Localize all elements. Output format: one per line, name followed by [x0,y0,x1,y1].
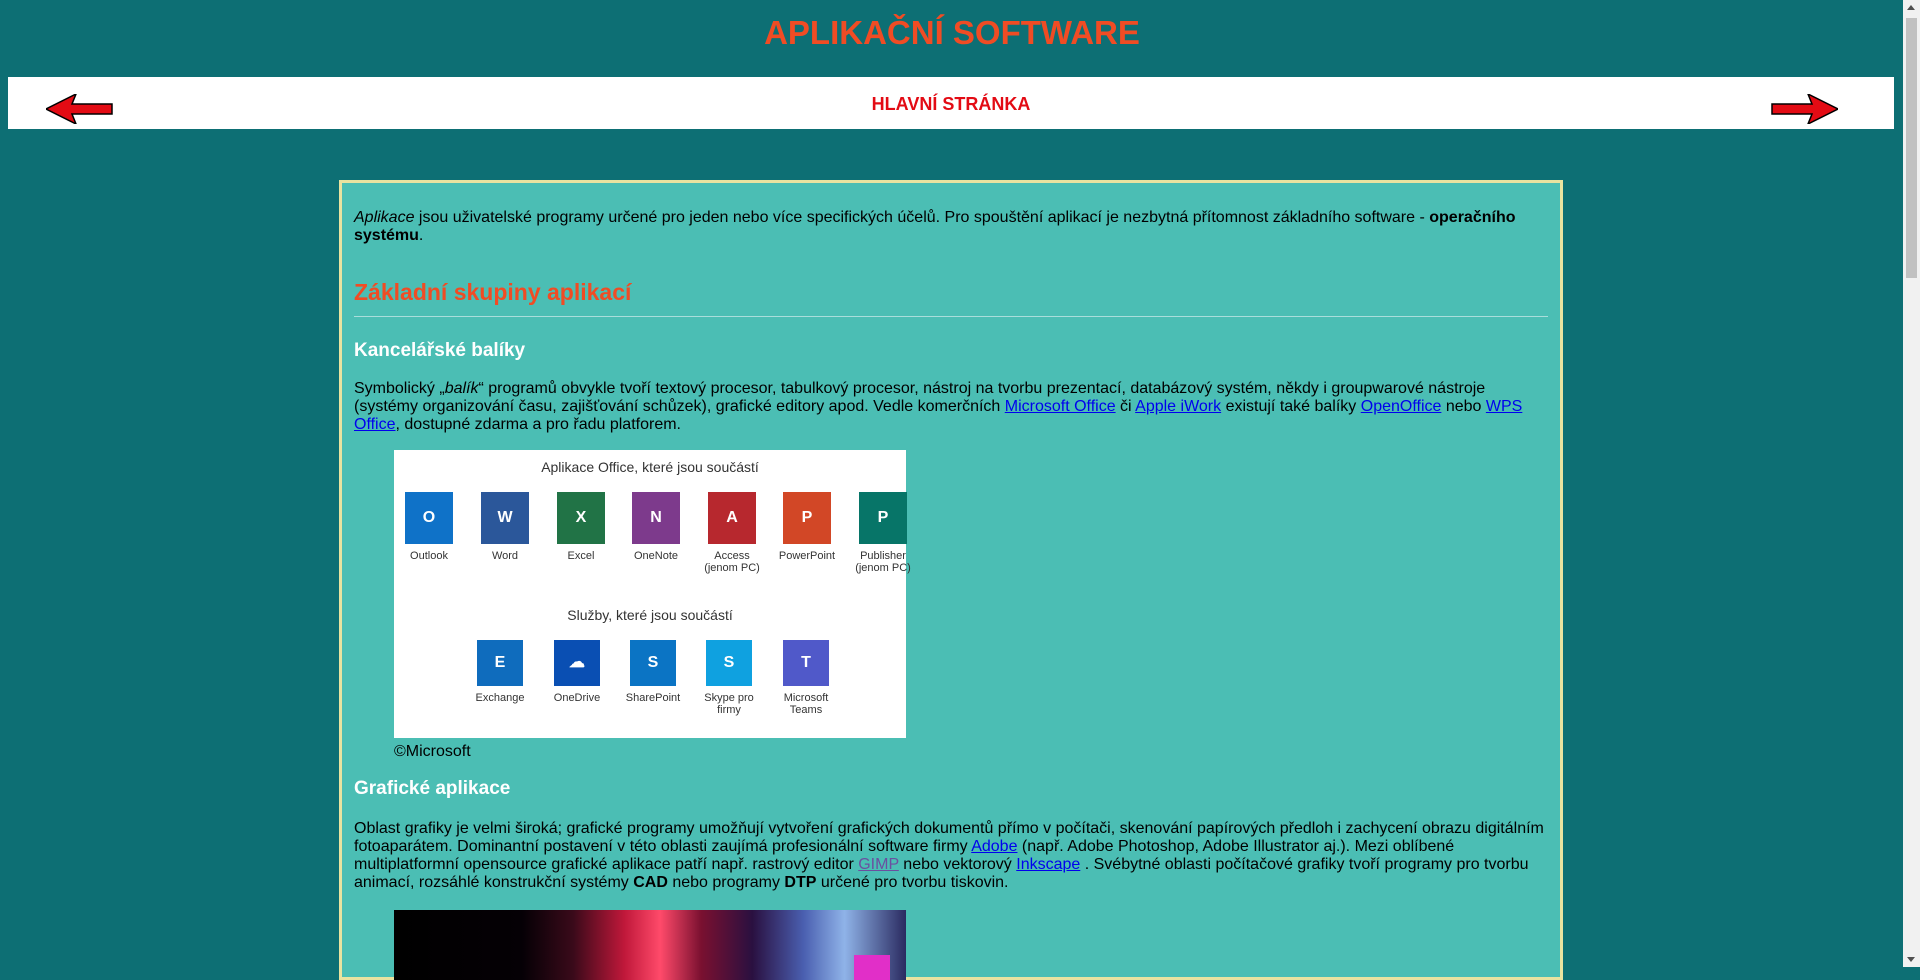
office-service-item: ☁ OneDrive [542,640,612,704]
office-app-label: PowerPoint [778,550,836,562]
office-app-item: O Outlook [394,492,464,562]
link-openoffice[interactable]: OpenOffice [1361,398,1442,415]
office-app-item: W Word [470,492,540,562]
office-app-tile-icon: X [557,492,605,544]
intro-end: . [418,227,424,244]
office-text-6: , dostupné zdarma a pro řadu platforem. [395,416,682,433]
office-app-item: P PowerPoint [772,492,842,562]
office-app-item: A Access (jenom PC) [697,492,767,574]
office-service-label: Exchange [475,692,525,704]
office-heading: Kancelářské balíky [354,340,526,361]
office-service-item: S SharePoint [618,640,688,704]
office-apps-image: Aplikace Office, které jsou součástí O Ou… [394,450,911,738]
office-app-label: Publisher (jenom PC) [855,550,911,574]
office-app-label: Access (jenom PC) [704,550,760,574]
scroll-down-icon[interactable] [1907,957,1915,962]
scroll-thumb[interactable] [1906,18,1917,278]
graphics-text-3: nebo vektorový [898,856,1017,873]
office-paragraph: Symbolický „balík“ programů obvykle tvoř… [354,380,1548,434]
office-services-caption: Služby, které jsou součástí [567,607,733,623]
intro-paragraph: Aplikace jsou uživatelské programy určen… [354,209,1548,245]
office-text-5: nebo [1441,398,1486,415]
graphics-image-spot [854,955,890,980]
office-service-tile-icon: S [630,640,676,686]
page-title: APLIKAČNÍ SOFTWARE [764,14,1140,51]
office-service-item: E Exchange [465,640,535,704]
office-service-label: OneDrive [553,692,601,704]
office-app-tile-icon: N [632,492,680,544]
graphics-bold-dtp: DTP [784,874,817,891]
office-em: balík [444,380,479,397]
graphics-bold-cad: CAD [633,874,668,891]
office-app-tile-icon: P [783,492,831,544]
office-service-label: Skype pro firmy [704,692,754,716]
graphics-image [394,910,906,980]
link-adobe[interactable]: Adobe [971,838,1017,855]
office-service-label: Microsoft Teams [783,692,829,716]
office-service-tile-icon: ☁ [554,640,600,686]
intro-text: jsou uživatelské programy určené pro jed… [414,209,1430,226]
graphics-heading: Grafické aplikace [354,778,511,799]
office-service-label: SharePoint [625,692,681,704]
office-app-item: P Publisher (jenom PC) [848,492,918,574]
right-arrow-icon[interactable] [1770,94,1838,124]
office-app-tile-icon: W [481,492,529,544]
office-app-label: Outlook [410,550,448,562]
navigation-bar: HLAVNÍ STRÁNKA [8,77,1894,129]
link-microsoft-office[interactable]: Microsoft Office [1005,398,1116,415]
main-content: Aplikace jsou uživatelské programy určen… [339,180,1563,980]
office-service-tile-icon: T [783,640,829,686]
office-app-tile-icon: A [708,492,756,544]
graphics-text-5: nebo programy [667,874,785,891]
graphics-paragraph: Oblast grafiky je velmi široká; grafické… [354,820,1548,892]
office-text-3: či [1115,398,1136,415]
scroll-up-icon[interactable] [1907,5,1915,10]
link-inkscape[interactable]: Inkscape [1016,856,1080,873]
left-arrow-icon[interactable] [46,94,114,124]
office-text-4: existují také balíky [1221,398,1361,415]
office-app-label: Excel [567,550,595,562]
office-service-item: T Microsoft Teams [771,640,841,716]
office-app-item: N OneNote [621,492,691,562]
office-app-tile-icon: P [859,492,907,544]
section-heading: Základní skupiny aplikací [354,279,632,305]
office-apps-caption: Aplikace Office, které jsou součástí [541,459,759,475]
office-app-label: OneNote [633,550,679,562]
office-app-tile-icon: O [405,492,453,544]
office-app-label: Word [491,550,519,562]
intro-em: Aplikace [354,209,415,226]
graphics-text-6: určené pro tvorbu tiskovin. [816,874,1009,891]
office-service-tile-icon: E [477,640,523,686]
office-service-tile-icon: S [706,640,752,686]
vertical-scrollbar[interactable] [1903,0,1920,967]
office-app-item: X Excel [546,492,616,562]
image-copyright: ©Microsoft [394,743,471,760]
divider [354,316,1548,317]
link-apple-iwork[interactable]: Apple iWork [1135,398,1221,415]
link-gimp[interactable]: GIMP [858,856,899,873]
office-service-item: S Skype pro firmy [694,640,764,716]
office-text-1: Symbolický „ [354,380,445,397]
home-link[interactable]: HLAVNÍ STRÁNKA [851,94,1051,115]
